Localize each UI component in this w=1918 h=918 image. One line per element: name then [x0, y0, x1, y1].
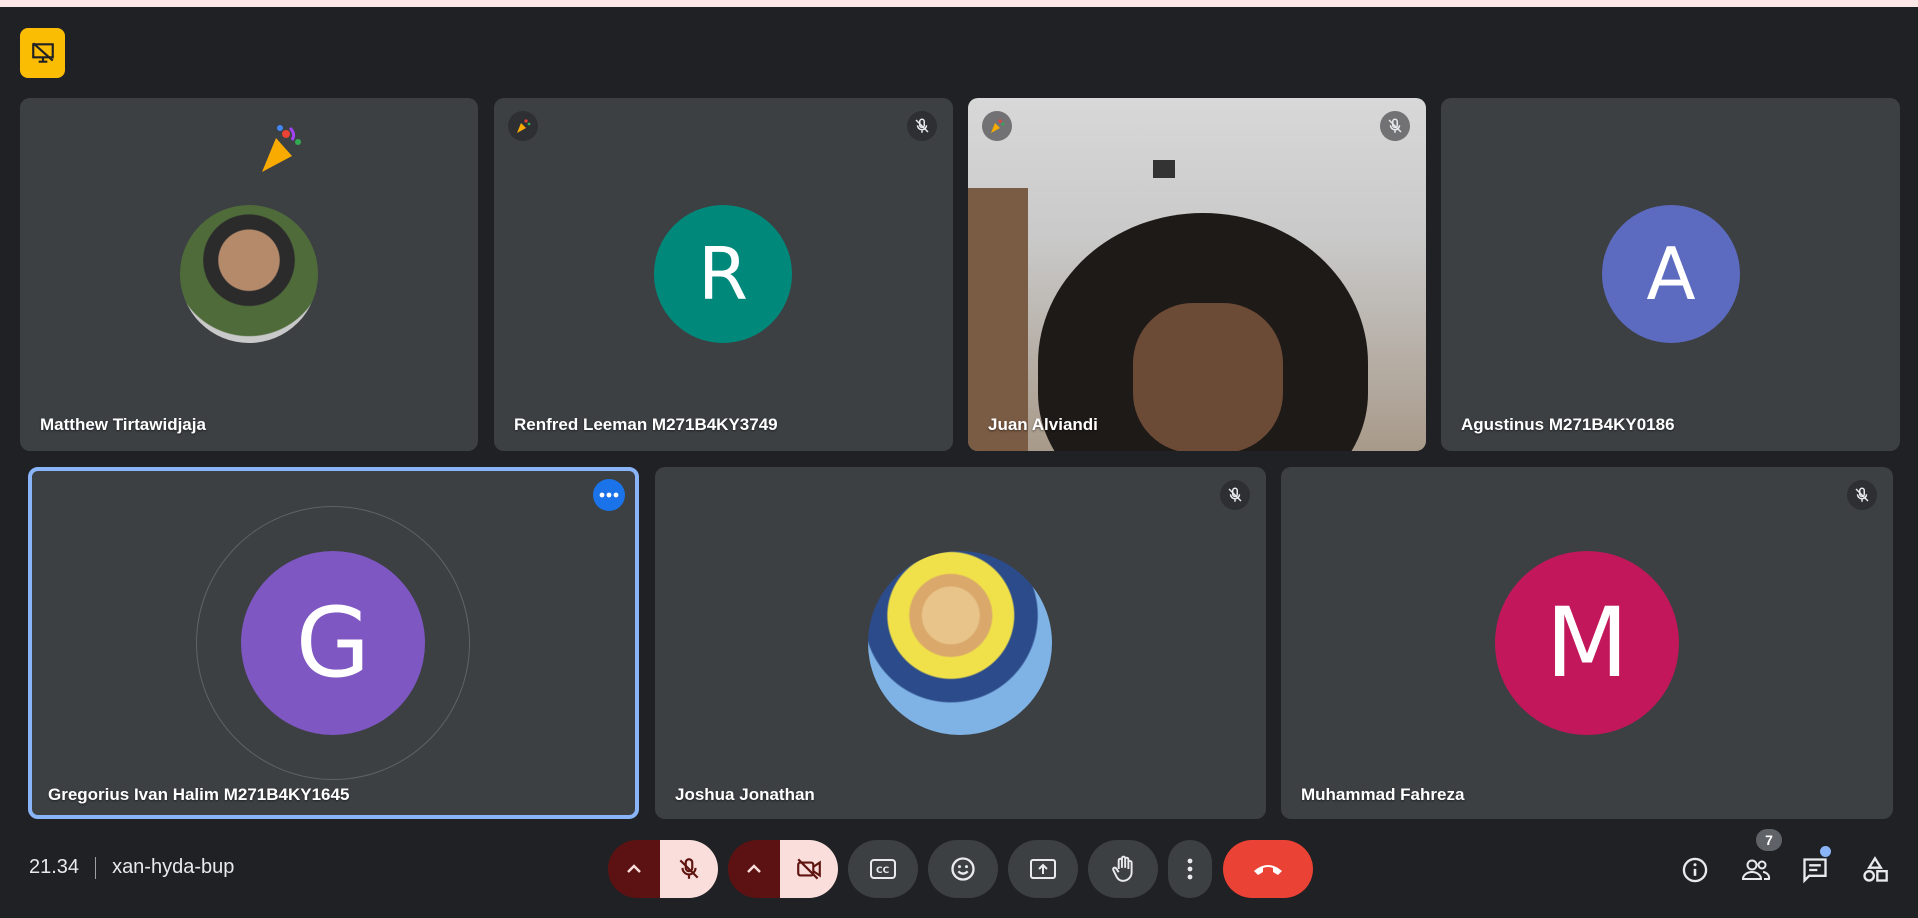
camera-off-icon: [795, 856, 823, 882]
meeting-time: 21.34: [29, 856, 80, 878]
avatar-initial: M: [1495, 551, 1679, 735]
meeting-details-button[interactable]: [1675, 850, 1715, 890]
avatar-photo: [180, 205, 318, 343]
participant-name: Muhammad Fahreza: [1301, 785, 1465, 804]
audio-options-button[interactable]: [608, 840, 660, 898]
party-icon: [982, 111, 1012, 141]
video-options-button[interactable]: [728, 840, 780, 898]
present-screen-icon: [1029, 857, 1057, 881]
divider: [95, 856, 97, 879]
participant-tile-self[interactable]: G Gregorius Ivan Halim M271B4KY1645: [28, 467, 639, 819]
captions-button[interactable]: CC: [848, 840, 918, 898]
activities-icon: [1861, 856, 1889, 884]
participant-name: Matthew Tirtawidjaja: [40, 415, 206, 434]
emoji-icon: [949, 855, 977, 883]
participant-name: Joshua Jonathan: [675, 785, 815, 804]
meeting-code: xan-hyda-bup: [112, 856, 235, 878]
people-icon: [1741, 857, 1771, 883]
participant-tile[interactable]: R Renfred Leeman M271B4KY3749: [494, 98, 953, 451]
avatar-initial: G: [241, 551, 425, 735]
participant-tile[interactable]: Matthew Tirtawidjaja: [20, 98, 478, 451]
camera-control-group: [728, 840, 838, 898]
captions-icon: CC: [869, 857, 897, 881]
mic-off-icon: [907, 111, 937, 141]
participant-name: Agustinus M271B4KY0186: [1461, 415, 1675, 434]
chat-button[interactable]: [1795, 850, 1835, 890]
mic-off-icon: [1380, 111, 1410, 141]
end-call-button[interactable]: [1223, 840, 1313, 898]
raise-hand-button[interactable]: [1088, 840, 1158, 898]
camera-toggle-button[interactable]: [780, 840, 838, 898]
emoji-reactions-button[interactable]: [928, 840, 998, 898]
mic-off-icon: [1847, 480, 1877, 510]
info-icon: [1681, 856, 1709, 884]
avatar-initial: A: [1602, 205, 1740, 343]
more-options-button[interactable]: [1168, 840, 1212, 898]
present-screen-button[interactable]: [1008, 840, 1078, 898]
participant-tile[interactable]: Joshua Jonathan: [655, 467, 1266, 819]
avatar-photo: [868, 551, 1052, 735]
avatar-initial: R: [654, 205, 792, 343]
people-button[interactable]: [1736, 850, 1776, 890]
chat-icon: [1801, 856, 1829, 884]
mic-control-group: [608, 840, 718, 898]
meeting-info: 21.34 xan-hyda-bup: [29, 856, 234, 879]
participant-name: Juan Alviandi: [988, 415, 1098, 434]
party-icon: [508, 111, 538, 141]
end-call-icon: [1252, 861, 1284, 877]
mic-off-icon: [1220, 480, 1250, 510]
participant-name: Gregorius Ivan Halim M271B4KY1645: [48, 785, 350, 804]
participant-tile[interactable]: A Agustinus M271B4KY0186: [1441, 98, 1900, 451]
participant-name: Renfred Leeman M271B4KY3749: [514, 415, 778, 434]
people-count-badge: 7: [1756, 829, 1782, 851]
more-vertical-icon: [1187, 858, 1193, 880]
confetti-icon: [250, 120, 310, 180]
unread-indicator: [1820, 846, 1831, 857]
participant-video-tile[interactable]: Juan Alviandi: [968, 98, 1426, 451]
raise-hand-icon: [1110, 855, 1136, 883]
svg-text:CC: CC: [876, 866, 890, 876]
presentation-off-icon[interactable]: [20, 28, 65, 78]
more-options-icon[interactable]: [593, 479, 625, 511]
participant-tile[interactable]: M Muhammad Fahreza: [1281, 467, 1893, 819]
video-feed: [968, 98, 1426, 451]
mic-toggle-button[interactable]: [660, 840, 718, 898]
top-strip: [0, 0, 1918, 7]
mic-off-icon: [676, 856, 702, 882]
activities-button[interactable]: [1855, 850, 1895, 890]
